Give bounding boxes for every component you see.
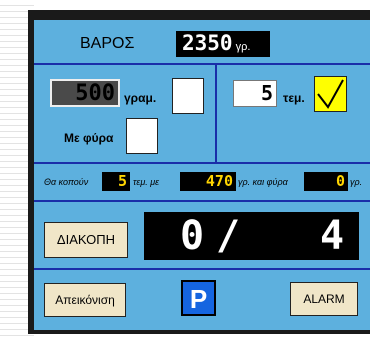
count-input[interactable]: 5	[233, 80, 277, 107]
result-waste-unit: γρ.	[350, 177, 363, 187]
weight-label: ΒΑΡΟΣ	[80, 35, 135, 52]
divider-2	[34, 162, 370, 164]
alarm-button[interactable]: ALARM	[290, 282, 358, 316]
weight-unit: γρ.	[235, 41, 251, 53]
parking-icon[interactable]: P	[181, 280, 216, 316]
result-grams: 470	[180, 172, 236, 191]
result-pieces-suffix: τεμ. με	[133, 177, 160, 187]
count-checkbox[interactable]	[314, 76, 347, 112]
weight-value: 2350	[182, 31, 233, 55]
grams-checkbox[interactable]	[172, 78, 204, 114]
stop-button[interactable]: ΔΙΑΚΟΠΗ	[44, 222, 128, 258]
result-prefix: Θα κοπούν	[44, 177, 89, 187]
progress-display: 0 / 4	[144, 212, 359, 260]
weight-display: 2350 γρ.	[176, 31, 270, 57]
grams-input[interactable]: 500	[50, 79, 120, 107]
divider-vertical	[215, 63, 217, 163]
progress-separator: /	[216, 213, 241, 259]
result-waste: 0	[304, 172, 348, 191]
tare-label: Με φύρα	[64, 131, 114, 145]
divider-1	[34, 63, 370, 65]
count-unit: τεμ.	[283, 91, 305, 105]
checkmark-icon	[317, 79, 344, 109]
view-button[interactable]: Απεικόνιση	[44, 283, 126, 317]
progress-current: 0	[180, 213, 205, 259]
progress-total: 4	[320, 213, 345, 259]
grams-unit: γραμ.	[124, 91, 157, 105]
tare-checkbox[interactable]	[126, 118, 158, 154]
divider-3	[34, 200, 370, 202]
result-grams-suffix: γρ. και φύρα	[238, 177, 288, 187]
divider-4	[34, 268, 370, 270]
result-pieces: 5	[102, 172, 130, 191]
